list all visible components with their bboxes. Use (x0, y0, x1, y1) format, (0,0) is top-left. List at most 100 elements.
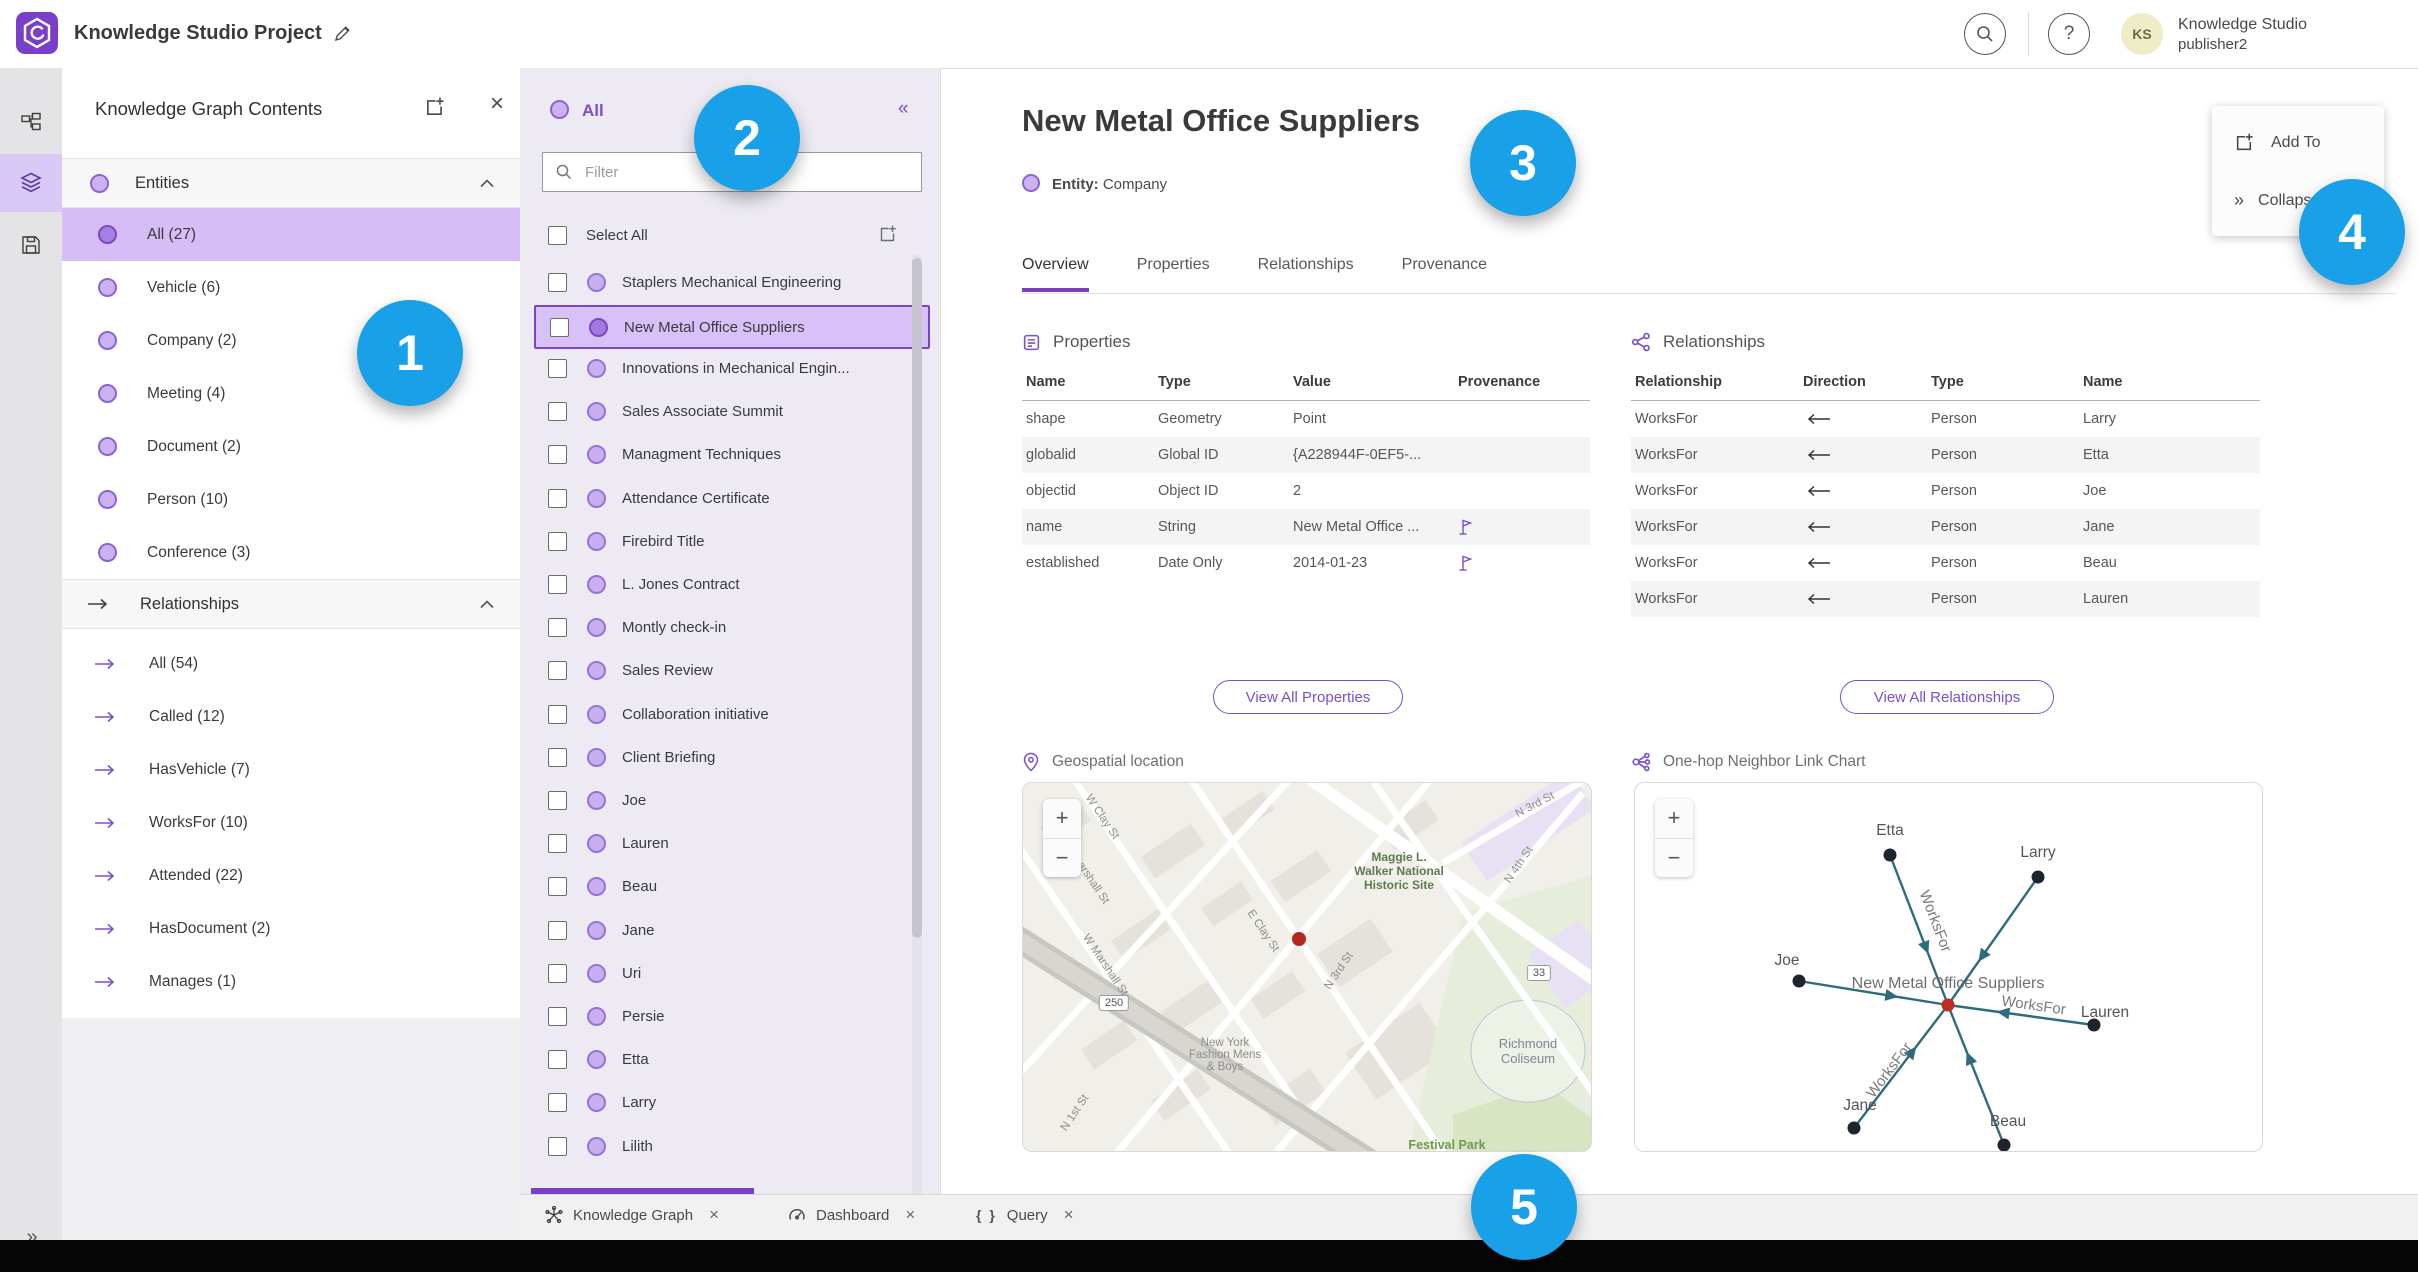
list-item[interactable]: Managment Techniques (534, 435, 926, 475)
relationships-item[interactable]: Manages (1) (62, 955, 520, 1008)
properties-row[interactable]: name String New Metal Office ... (1022, 509, 1590, 545)
app-logo-icon[interactable] (16, 12, 58, 54)
list-item[interactable]: Attendance Certificate (534, 478, 926, 518)
item-checkbox[interactable] (548, 618, 567, 638)
zoom-out-button[interactable]: − (1043, 839, 1081, 878)
chevron-up-icon[interactable] (480, 178, 494, 188)
list-item[interactable]: Lilith (534, 1126, 926, 1166)
save-icon[interactable] (0, 216, 62, 274)
tab-overview[interactable]: Overview (1022, 256, 1089, 292)
relationships-row[interactable]: WorksFor Person Jane (1631, 509, 2260, 545)
item-checkbox[interactable] (548, 877, 567, 897)
list-item[interactable]: Lauren (534, 824, 926, 864)
item-checkbox[interactable] (550, 317, 569, 337)
graph-node[interactable] (1997, 1138, 2011, 1152)
list-item[interactable]: Uri (534, 953, 926, 993)
relationship-type-link[interactable]: WorksFor (1631, 545, 1799, 581)
close-panel-icon[interactable]: × (490, 90, 504, 118)
item-checkbox[interactable] (548, 272, 567, 292)
item-checkbox[interactable] (548, 1006, 567, 1026)
graph-node[interactable] (1792, 974, 1806, 988)
item-checkbox[interactable] (548, 531, 567, 551)
relationships-row[interactable]: WorksFor Person Larry (1631, 401, 2260, 438)
add-to-new-icon[interactable] (878, 224, 898, 244)
related-entity-link[interactable]: Jane (2079, 509, 2260, 545)
item-checkbox[interactable] (548, 1093, 567, 1113)
tab-relationships[interactable]: Relationships (1258, 256, 1354, 292)
map-panel[interactable]: W Clay St N 3rd St N 4th St Maggie L. Walke… (1022, 782, 1592, 1152)
close-tab-icon[interactable]: × (905, 1205, 915, 1225)
zoom-in-button[interactable]: + (1043, 799, 1081, 839)
relationships-row[interactable]: WorksFor Person Beau (1631, 545, 2260, 581)
list-item[interactable]: Larry (534, 1083, 926, 1123)
relationship-type-link[interactable]: WorksFor (1631, 401, 1799, 438)
graph-node[interactable] (2031, 870, 2045, 884)
graph-center-node[interactable] (1941, 998, 1955, 1012)
item-checkbox[interactable] (548, 574, 567, 594)
related-entity-link[interactable]: Beau (2079, 545, 2260, 581)
zoom-in-button[interactable]: + (1655, 799, 1693, 839)
properties-row[interactable]: established Date Only 2014-01-23 (1022, 545, 1590, 581)
related-entity-link[interactable]: Lauren (2079, 581, 2260, 617)
close-tab-icon[interactable]: × (709, 1205, 719, 1225)
chevron-up-icon[interactable] (480, 599, 494, 609)
relationships-row[interactable]: WorksFor Person Etta (1631, 437, 2260, 473)
list-item[interactable]: Etta (534, 1040, 926, 1080)
tab-query[interactable]: { } Query × (976, 1205, 1074, 1225)
collapse-panel-icon[interactable]: « (898, 98, 908, 120)
relationship-type-link[interactable]: WorksFor (1631, 473, 1799, 509)
search-button[interactable] (1964, 13, 2006, 55)
item-checkbox[interactable] (548, 402, 567, 422)
view-all-properties-button[interactable]: View All Properties (1213, 680, 1403, 714)
list-item[interactable]: Beau (534, 867, 926, 907)
list-item[interactable]: Client Briefing (534, 737, 926, 777)
list-item[interactable]: Staplers Mechanical Engineering (534, 262, 926, 302)
avatar[interactable]: KS (2121, 13, 2163, 55)
add-to-menu-item[interactable]: Add To (2234, 132, 2321, 153)
list-item[interactable]: Montly check-in (534, 608, 926, 648)
list-item[interactable]: Persie (534, 996, 926, 1036)
select-all-checkbox[interactable] (548, 226, 567, 245)
item-checkbox[interactable] (548, 1050, 567, 1070)
properties-row[interactable]: objectid Object ID 2 (1022, 473, 1590, 509)
relationships-item[interactable]: HasVehicle (7) (62, 743, 520, 796)
relationships-item[interactable]: HasDocument (2) (62, 902, 520, 955)
related-entity-link[interactable]: Joe (2079, 473, 2260, 509)
relationships-section-header[interactable]: Relationships (62, 579, 520, 629)
relationships-item[interactable]: WorksFor (10) (62, 796, 520, 849)
list-item[interactable]: Sales Review (534, 651, 926, 691)
scrollbar-thumb[interactable] (912, 258, 922, 938)
entities-item[interactable]: Vehicle (6) (62, 261, 520, 314)
entities-item[interactable]: Conference (3) (62, 526, 520, 579)
relationship-type-link[interactable]: WorksFor (1631, 437, 1799, 473)
list-item[interactable]: Joe (534, 780, 926, 820)
related-entity-link[interactable]: Larry (2079, 401, 2260, 438)
list-item[interactable]: New Metal Office Suppliers (534, 305, 930, 350)
tab-knowledge-graph[interactable]: Knowledge Graph × (545, 1205, 719, 1225)
item-checkbox[interactable] (548, 358, 567, 378)
item-checkbox[interactable] (548, 920, 567, 940)
relationships-item[interactable]: Called (12) (62, 690, 520, 743)
list-item[interactable]: Jane (534, 910, 926, 950)
zoom-out-button[interactable]: − (1655, 839, 1693, 878)
graph-node[interactable] (1883, 848, 1897, 862)
property-provenance[interactable] (1454, 509, 1590, 545)
properties-row[interactable]: globalid Global ID {A228944F-0EF5-... (1022, 437, 1590, 473)
relationship-type-link[interactable]: WorksFor (1631, 581, 1799, 617)
item-checkbox[interactable] (548, 704, 567, 724)
list-item[interactable]: Sales Associate Summit (534, 392, 926, 432)
list-item[interactable]: Collaboration initiative (534, 694, 926, 734)
relationships-row[interactable]: WorksFor Person Lauren (1631, 581, 2260, 617)
entities-item[interactable]: Document (2) (62, 420, 520, 473)
tab-provenance[interactable]: Provenance (1402, 256, 1487, 292)
add-to-new-icon[interactable] (424, 96, 446, 118)
item-checkbox[interactable] (548, 747, 567, 767)
help-button[interactable]: ? (2048, 13, 2090, 55)
entities-item[interactable]: All (27) (62, 208, 520, 261)
tab-dashboard[interactable]: Dashboard × (788, 1205, 915, 1225)
relationships-item[interactable]: Attended (22) (62, 849, 520, 902)
link-chart-panel[interactable]: WorksFor WorksFor WorksFor Etta Larry Joe Laur… (1634, 782, 2263, 1152)
relationships-item[interactable]: All (54) (62, 637, 520, 690)
tab-properties[interactable]: Properties (1137, 256, 1210, 292)
close-tab-icon[interactable]: × (1064, 1205, 1074, 1225)
